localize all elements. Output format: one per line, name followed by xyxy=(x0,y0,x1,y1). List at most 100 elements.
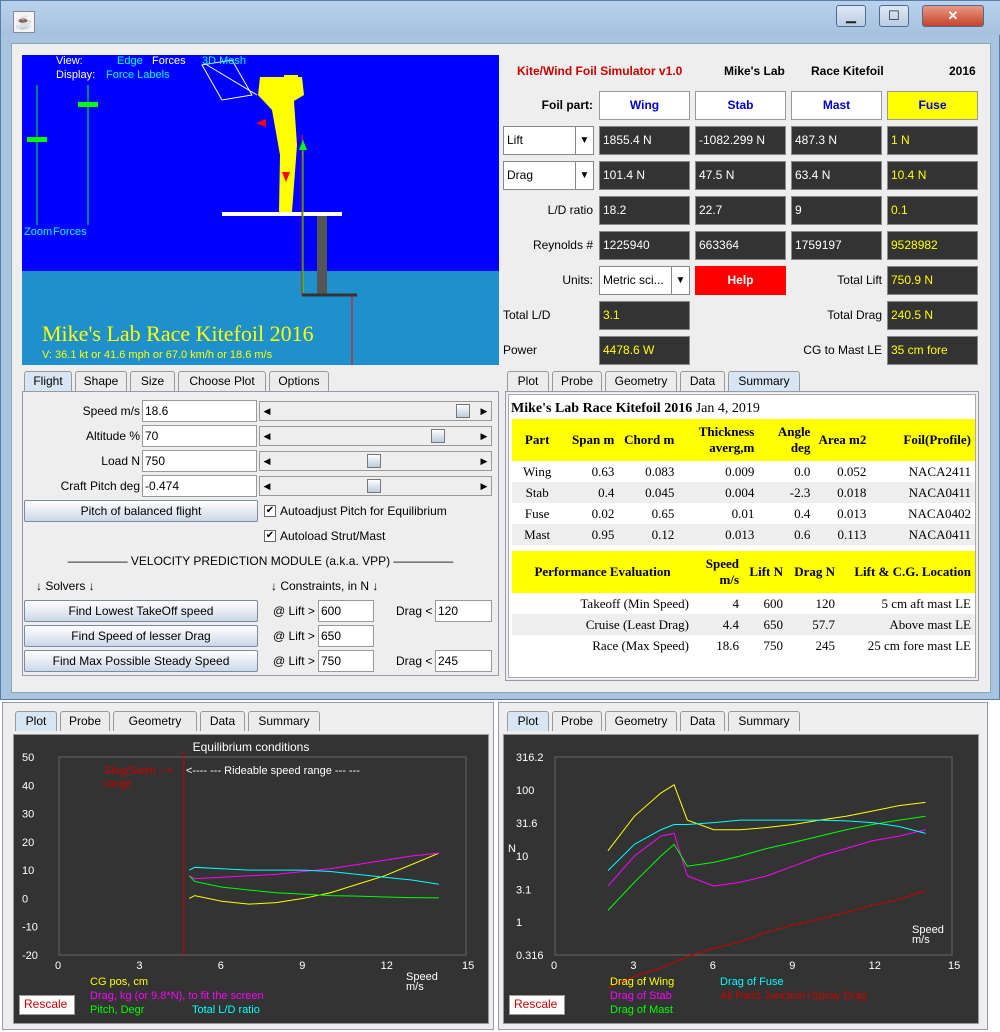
tab-options[interactable]: Options xyxy=(269,371,329,391)
maximize-button[interactable]: ☐ xyxy=(879,5,909,27)
max-lift-input[interactable]: 750 xyxy=(318,650,374,672)
header-speed: Speed m/s xyxy=(705,556,739,587)
autoadjust-checkbox[interactable]: ✔ xyxy=(264,505,276,517)
right-arrow-icon[interactable]: ▶ xyxy=(477,477,491,495)
tab-probe[interactable]: Probe xyxy=(552,711,602,731)
slider-thumb[interactable] xyxy=(367,454,381,468)
tab-probe[interactable]: Probe xyxy=(60,711,110,731)
kitefoil-drawing xyxy=(27,59,357,365)
edge-option[interactable]: Edge xyxy=(117,55,143,67)
units-select[interactable]: Metric sci... ▼ xyxy=(599,266,690,295)
load-slider[interactable]: ◀ ▶ xyxy=(259,451,492,471)
tab-geometry[interactable]: Geometry xyxy=(605,711,677,731)
tab-geometry[interactable]: Geometry xyxy=(605,371,677,391)
help-button[interactable]: Help xyxy=(695,266,786,295)
takeoff-lift-input[interactable]: 600 xyxy=(318,600,374,622)
left-arrow-icon[interactable]: ◀ xyxy=(260,452,274,470)
cg-value: 35 cm fore xyxy=(887,336,978,365)
find-lesser-drag-button[interactable]: Find Speed of lesser Drag xyxy=(24,625,258,647)
mast-button[interactable]: Mast xyxy=(791,91,882,120)
part-cell: Fuse xyxy=(524,505,550,521)
left-arrow-icon[interactable]: ◀ xyxy=(260,477,274,495)
force-labels-option[interactable]: Force Labels xyxy=(106,69,170,81)
tab-data[interactable]: Data xyxy=(680,711,725,731)
perf-location-cell: Above mast LE xyxy=(889,616,971,632)
forces-option[interactable]: Forces xyxy=(152,55,186,67)
autoadjust-label: Autoadjust Pitch for Equilibrium xyxy=(280,504,447,518)
find-max-speed-button[interactable]: Find Max Possible Steady Speed xyxy=(24,650,258,672)
foil-scene-view[interactable]: View: Edge Forces 3D Mesh Display: Force… xyxy=(22,55,499,365)
cg-label: CG to Mast LE xyxy=(803,343,882,357)
fuse-button[interactable]: Fuse xyxy=(887,91,978,120)
summary-heading-text: Mike's Lab Race Kitefoil 2016 xyxy=(511,401,693,416)
constraints-label: ↓ Constraints, in N ↓ xyxy=(271,579,379,593)
load-input[interactable]: 750 xyxy=(142,450,257,472)
y-tick-label: 316.2 xyxy=(516,752,544,764)
zoom-slider-thumb xyxy=(27,137,47,142)
tab-plot[interactable]: Plot xyxy=(507,371,549,391)
3d-mesh-option[interactable]: 3D Mesh xyxy=(202,55,246,67)
summary-table: Part Span m Chord m Thickness averg,m An… xyxy=(512,419,975,545)
speed-input[interactable]: 18.6 xyxy=(142,400,257,422)
minimize-button[interactable]: ▁ xyxy=(836,5,866,27)
tab-summary[interactable]: Summary xyxy=(728,371,800,391)
tab-size[interactable]: Size xyxy=(130,371,175,391)
right-arrow-icon[interactable]: ▶ xyxy=(477,452,491,470)
lift-select[interactable]: Lift ▼ xyxy=(503,126,594,155)
tab-choose-plot[interactable]: Choose Plot xyxy=(178,371,266,391)
pitch-slider[interactable]: ◀ ▶ xyxy=(259,476,492,496)
tab-data[interactable]: Data xyxy=(200,711,245,731)
slider-thumb[interactable] xyxy=(431,429,445,443)
cruise-lift-input[interactable]: 650 xyxy=(318,625,374,647)
altitude-input[interactable]: 70 xyxy=(142,425,257,447)
right-arrow-icon[interactable]: ▶ xyxy=(477,427,491,445)
tab-shape[interactable]: Shape xyxy=(75,371,127,391)
part-cell: Mast xyxy=(524,526,551,542)
mast-drag-value: 63.4 N xyxy=(791,161,882,190)
series-line-0 xyxy=(607,784,926,852)
project-name: Race Kitefoil xyxy=(811,64,884,78)
y-tick-label: 10 xyxy=(516,851,528,863)
drag-select[interactable]: Drag ▼ xyxy=(503,161,594,190)
tab-plot[interactable]: Plot xyxy=(15,711,57,731)
drag-plot-panel[interactable]: 316.2 100 31.6 10 3.1 1 0.316 0 3 6 9 12 15 N Speed … xyxy=(503,734,979,1024)
tab-data[interactable]: Data xyxy=(680,371,725,391)
mast-lift-value: 487.3 N xyxy=(791,126,882,155)
takeoff-drag-input[interactable]: 120 xyxy=(435,600,492,622)
rescale-button[interactable]: Rescale xyxy=(19,995,75,1015)
tab-geometry[interactable]: Geometry xyxy=(113,711,197,731)
performance-header-row: Performance Evaluation Speed m/s Lift N … xyxy=(512,551,975,593)
ld-ratio-label: L/D ratio xyxy=(547,203,593,217)
tab-probe[interactable]: Probe xyxy=(552,371,602,391)
close-button[interactable]: ✕ xyxy=(922,5,984,27)
perf-case-cell: Race (Max Speed) xyxy=(592,637,689,653)
altitude-slider[interactable]: ◀ ▶ xyxy=(259,426,492,446)
slider-thumb[interactable] xyxy=(456,404,470,418)
find-takeoff-button[interactable]: Find Lowest TakeOff speed xyxy=(24,600,258,622)
equilibrium-plot-panel[interactable]: 50 40 30 20 10 0 -10 -20 0 3 6 9 12 15 Equilibrium co… xyxy=(13,734,489,1024)
stab-button[interactable]: Stab xyxy=(695,91,786,120)
tab-summary[interactable]: Summary xyxy=(248,711,320,731)
speed-slider[interactable]: ◀ ▶ xyxy=(259,401,492,421)
rescale-button[interactable]: Rescale xyxy=(509,995,565,1015)
slider-thumb[interactable] xyxy=(367,479,381,493)
autoload-checkbox[interactable]: ✔ xyxy=(264,530,276,542)
tab-plot[interactable]: Plot xyxy=(507,711,549,731)
legend-drag-wing: Drag of Wing xyxy=(610,976,675,988)
drag-plot-window: Plot Probe Geometry Data Summary 316.2 10… xyxy=(498,702,988,1030)
left-arrow-icon[interactable]: ◀ xyxy=(260,427,274,445)
right-arrow-icon[interactable]: ▶ xyxy=(477,402,491,420)
java-cup-icon[interactable]: ☕ xyxy=(13,11,35,33)
pitch-input[interactable]: -0.474 xyxy=(142,475,257,497)
header-drag: Drag N xyxy=(794,564,835,579)
perf-speed-cell: 18.6 xyxy=(716,637,739,653)
max-drag-input[interactable]: 245 xyxy=(435,650,492,672)
tab-flight[interactable]: Flight xyxy=(24,371,72,391)
tab-summary[interactable]: Summary xyxy=(728,711,800,731)
x-tick-label: 9 xyxy=(299,960,305,972)
header-foil: Foil(Profile) xyxy=(903,432,971,447)
wing-button[interactable]: Wing xyxy=(599,91,690,120)
pitch-balanced-flight-button[interactable]: Pitch of balanced flight xyxy=(24,500,258,522)
stab-drag-value: 47.5 N xyxy=(695,161,786,190)
left-arrow-icon[interactable]: ◀ xyxy=(260,402,274,420)
